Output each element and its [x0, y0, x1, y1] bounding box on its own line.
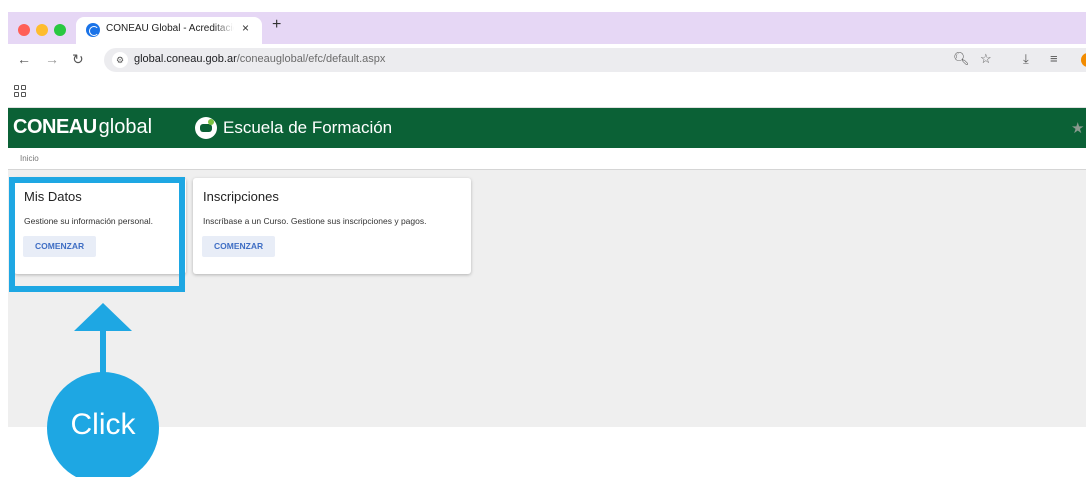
breadcrumb-home[interactable]: Inicio: [20, 154, 39, 163]
tab-close-icon[interactable]: ×: [242, 21, 249, 35]
address-bar[interactable]: ⚙ global.coneau.gob.ar/coneauglobal/efc/…: [104, 48, 1086, 72]
click-label: Click: [70, 408, 136, 441]
url-text[interactable]: global.coneau.gob.ar/coneauglobal/efc/de…: [134, 53, 385, 65]
breadcrumb: Inicio: [8, 148, 1086, 170]
tab-strip: CONEAU Global - Acreditació × +: [8, 12, 1086, 44]
close-window-icon[interactable]: [18, 24, 30, 36]
minimize-window-icon[interactable]: [36, 24, 48, 36]
highlight-frame: [9, 177, 185, 292]
card-inscripciones: Inscripciones Inscríbase a un Curso. Ges…: [193, 178, 471, 274]
apps-grid-icon[interactable]: [14, 85, 26, 97]
coneau-global-logo[interactable]: CONEAU global: [13, 116, 152, 139]
browser-tab[interactable]: CONEAU Global - Acreditació ×: [76, 17, 262, 44]
reading-list-icon[interactable]: ≡: [1050, 51, 1058, 66]
reload-icon[interactable]: ↻: [72, 51, 84, 68]
globe-icon: [86, 23, 100, 37]
inscripciones-comenzar-button[interactable]: COMENZAR: [202, 236, 276, 257]
bookmark-star-icon[interactable]: ☆: [980, 51, 992, 67]
school-title: Escuela de Formación: [223, 118, 393, 137]
site-info-icon[interactable]: ⚙: [112, 52, 128, 68]
zoom-icon[interactable]: 🔍︎: [953, 51, 970, 67]
maximize-window-icon[interactable]: [54, 24, 66, 36]
card-description: Inscríbase a un Curso. Gestione sus insc…: [203, 216, 427, 226]
site-header: CONEAU global Escuela de Formación ★: [8, 108, 1086, 148]
back-arrow-icon[interactable]: ←: [17, 51, 31, 67]
bookmarks-bar: [8, 76, 1086, 108]
forward-arrow-icon[interactable]: →: [45, 51, 59, 67]
graduation-cap-icon: [195, 117, 217, 139]
new-tab-icon[interactable]: +: [272, 16, 281, 34]
download-icon[interactable]: ⤓: [1023, 51, 1029, 67]
card-title: Inscripciones: [203, 189, 279, 204]
click-callout: Click: [47, 372, 159, 477]
star-icon[interactable]: ★: [1071, 119, 1084, 137]
tab-title: CONEAU Global - Acreditació: [106, 23, 234, 34]
browser-toolbar: ← → ↻ ⚙ global.coneau.gob.ar/coneaugloba…: [8, 44, 1086, 76]
